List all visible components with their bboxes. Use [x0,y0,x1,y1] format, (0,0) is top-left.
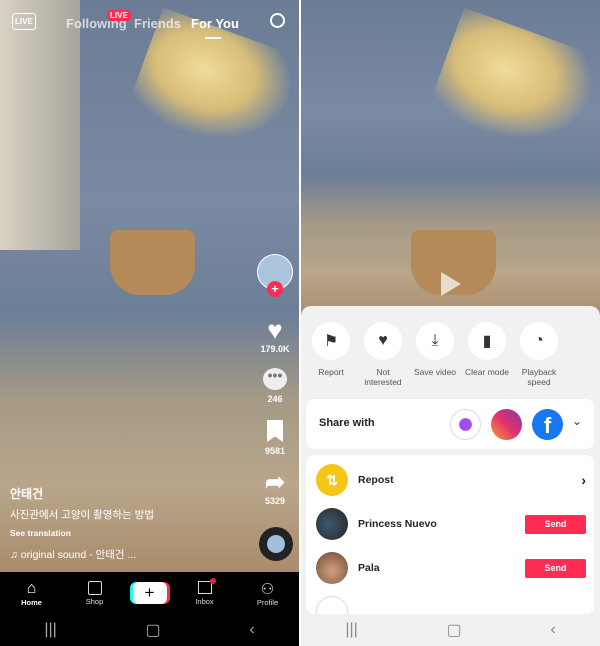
bookmark-button[interactable]: 9581 [257,420,293,456]
nav-label: Profile [256,597,279,607]
action-label: Save video [413,367,457,377]
repost-row[interactable]: ⇅ Repost › [316,460,586,500]
avatar[interactable] [316,508,348,540]
nav-profile[interactable]: ⚇ Profile [243,580,293,607]
shop-bag-icon [87,580,102,595]
messenger-icon[interactable] [450,409,481,440]
sound-disc[interactable] [259,527,293,561]
video-player[interactable] [0,0,299,572]
notification-dot [209,577,216,584]
comment-button[interactable]: ••• 246 [257,368,293,404]
creator-avatar[interactable]: + [257,254,293,297]
share-with-card: Share with f ⌄ [306,399,594,449]
like-button[interactable]: ♥ 179.0K [257,316,293,354]
follow-icon[interactable]: + [267,281,283,297]
create-button[interactable]: + [132,582,167,604]
tab-for-you[interactable]: For You [191,16,239,31]
sound-link[interactable]: ♫ original sound - 안태건 ... [10,547,136,562]
recents-icon[interactable]: ||| [44,621,56,639]
nav-shop[interactable]: Shop [70,580,120,606]
playback-speed-button[interactable]: ◔ Playback speed [513,322,565,387]
profile-icon: ⚇ [260,580,275,598]
system-nav-bar: ||| ▢ ‹ [301,614,600,646]
not-interested-button[interactable]: ♥ Not interested [357,322,409,387]
nav-label: Inbox [195,596,214,606]
facebook-icon[interactable]: f [532,409,563,440]
live-button[interactable]: LIVE [12,13,36,30]
friends-card: ⇅ Repost › Princess Nuevo Send Pala Send [306,455,594,614]
live-badge: LIVE [107,10,131,21]
repost-label: Repost [358,474,394,486]
home-system-icon[interactable]: ▢ [146,620,161,640]
feed-screen: LIVE Following LIVE Friends For You + ♥ 1… [0,0,299,646]
back-icon[interactable]: ‹ [550,621,555,639]
expand-chevron-icon[interactable]: ⌄ [572,414,582,428]
system-nav-bar: ||| ▢ ‹ [0,614,299,646]
active-tab-indicator [205,37,221,39]
friend-row: Princess Nuevo Send [316,504,586,544]
more-icon [316,596,348,614]
download-icon: ⤓ [416,322,454,360]
action-label: Report [318,367,344,377]
nav-inbox[interactable]: Inbox [180,577,230,606]
flag-icon: ⚑ [312,322,350,360]
share-button[interactable]: ➦ 5329 [257,469,293,507]
friend-row: Pala Send [316,548,586,588]
friend-name: Pala [358,562,380,574]
comment-count: 246 [267,394,283,404]
action-label: Clear mode [465,367,509,377]
action-label: Playback speed [521,367,557,387]
back-icon[interactable]: ‹ [249,621,254,639]
nav-label: Shop [85,596,104,606]
comment-icon: ••• [263,368,287,390]
video-background [426,7,600,163]
video-player[interactable] [301,0,600,320]
username[interactable]: 안태건 [10,485,43,502]
bookmark-icon [267,420,283,442]
tab-friends[interactable]: Friends [134,16,181,31]
search-icon[interactable] [270,13,285,28]
bottom-nav: ⌂ Home Shop + Inbox ⚇ Profile [0,572,299,614]
action-label: Not interested [364,367,402,387]
share-screen: ⚑ Report ♥ Not interested ⤓ Save video ▮ Cle… [301,0,600,646]
like-count: 179.0K [260,344,290,354]
clear-mode-icon: ▮ [468,322,506,360]
broken-heart-icon: ♥ [364,322,402,360]
play-icon[interactable] [441,272,461,296]
save-video-button[interactable]: ⤓ Save video [409,322,461,377]
nav-home[interactable]: ⌂ Home [7,580,57,607]
clear-mode-button[interactable]: ▮ Clear mode [461,322,513,377]
share-sheet: ⚑ Report ♥ Not interested ⤓ Save video ▮ Cle… [301,306,600,614]
heart-icon: ♥ [267,315,283,345]
repost-icon: ⇅ [316,464,348,496]
sound-name: original sound - 안태건 ... [20,549,137,561]
home-icon: ⌂ [26,579,37,597]
see-translation-link[interactable]: See translation [10,528,71,538]
nav-label: Home [21,597,42,607]
recents-icon[interactable]: ||| [345,621,357,639]
share-count: 5329 [264,496,286,506]
video-background [110,230,195,295]
share-arrow-icon: ➦ [264,469,286,496]
video-description: 사진관에서 고양이 촬영하는 방법 [10,509,154,521]
home-system-icon[interactable]: ▢ [447,620,462,640]
chevron-right-icon: › [581,472,586,488]
send-button[interactable]: Send [525,558,586,578]
report-button[interactable]: ⚑ Report [305,322,357,377]
send-button[interactable]: Send [525,514,586,534]
speedometer-icon: ◔ [520,322,558,360]
friend-name: Princess Nuevo [358,518,437,530]
bookmark-count: 9581 [264,446,286,456]
instagram-icon[interactable] [491,409,522,440]
more-row[interactable] [316,592,586,614]
video-background [0,0,80,250]
music-note-icon: ♫ [10,549,21,561]
avatar[interactable] [316,552,348,584]
share-with-label: Share with [319,417,375,429]
